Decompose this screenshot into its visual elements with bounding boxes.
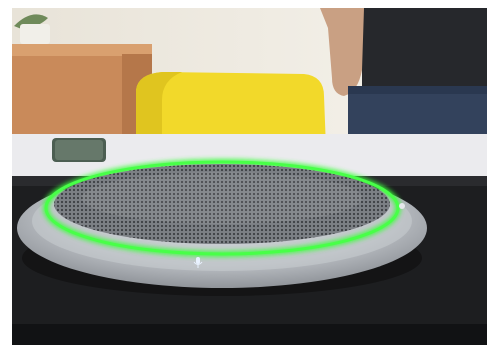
smartphone [52,138,106,162]
wooden-cabinet [12,44,152,136]
photo-frame [12,8,487,345]
speakerphone [17,159,427,288]
power-icon[interactable] [399,203,405,209]
photo [12,8,487,345]
